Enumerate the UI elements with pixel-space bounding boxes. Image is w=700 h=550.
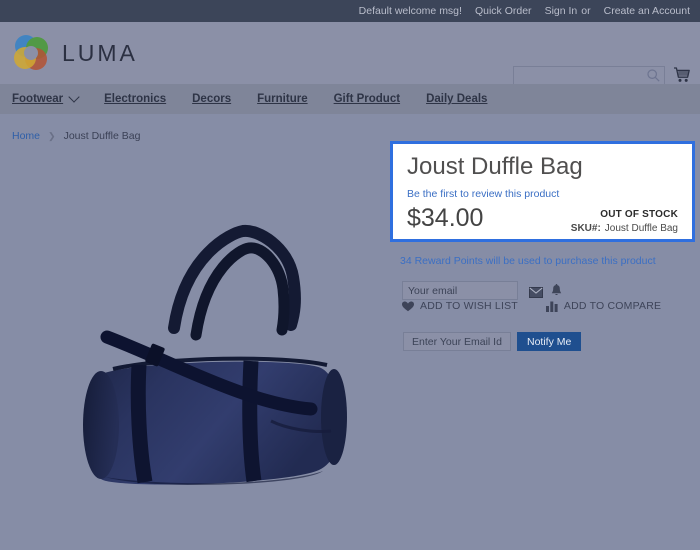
page-root: Default welcome msg! Quick Order Sign In… [0,0,700,550]
nav-item-furniture[interactable]: Furniture [257,93,307,105]
breadcrumb-current: Joust Duffle Bag [63,130,141,142]
quick-order-link[interactable]: Quick Order [475,5,532,17]
search-input[interactable] [513,66,665,85]
top-utility-bar: Default welcome msg! Quick Order Sign In… [0,0,700,22]
notify-me-row: Notify Me [403,332,582,351]
product-info-highlight-box: Joust Duffle Bag Be the first to review … [390,141,695,242]
nav-item-gift-product[interactable]: Gift Product [334,93,400,105]
site-header: LUMA [0,22,700,85]
nav-item-footwear[interactable]: Footwear [12,91,80,105]
nav-item-decors[interactable]: Decors [192,93,231,105]
stock-block: OUT OF STOCK SKU#: Joust Duffle Bag [571,209,678,234]
bell-icon[interactable] [551,284,562,297]
bar-chart-icon [545,301,558,312]
email-alert-input[interactable] [402,281,518,300]
nav-item-label: Furniture [257,93,308,105]
heart-icon [402,301,414,312]
envelope-icon[interactable] [529,285,543,298]
add-to-wishlist-button[interactable]: ADD TO WISH LIST [402,300,518,312]
nav-item-label: Electronics [104,93,167,105]
welcome-message: Default welcome msg! [358,5,462,17]
nav-item-label: Footwear [12,93,64,105]
create-account-link[interactable]: Create an Account [604,5,690,17]
cart-icon[interactable] [673,66,691,84]
sign-in-link[interactable]: Sign In [545,5,578,17]
nav-item-label: Daily Deals [426,93,488,105]
product-actions-row: ADD TO WISH LIST ADD TO COMPARE [402,300,689,312]
sku-line: SKU#: Joust Duffle Bag [571,223,678,234]
page-title: Joust Duffle Bag [407,153,583,180]
write-review-link[interactable]: Be the first to review this product [407,188,678,200]
search-icon[interactable] [647,69,660,82]
price-row: $34.00 OUT OF STOCK SKU#: Joust Duffle Ba… [407,204,678,244]
sku-label: SKU#: [570,223,601,235]
logo[interactable]: LUMA [12,34,138,72]
breadcrumb-separator-icon: ❯ [48,130,56,141]
product-price: $34.00 [407,204,484,233]
status-badge: OUT OF STOCK [600,209,678,221]
notify-email-input[interactable] [403,332,511,351]
nav-item-label: Gift Product [333,93,401,105]
nav-item-daily-deals[interactable]: Daily Deals [426,93,487,105]
logo-text: LUMA [62,39,138,66]
or-text: or [581,5,591,17]
breadcrumb: Home ❯ Joust Duffle Bag [12,130,140,142]
reward-points-text: 34 Reward Points will be used to purchas… [400,255,656,267]
chevron-down-icon [68,91,80,103]
luma-logo-icon [12,34,50,72]
add-to-compare-button[interactable]: ADD TO COMPARE [545,300,662,312]
breadcrumb-home[interactable]: Home [12,130,40,142]
nav-item-label: Decors [192,93,232,105]
email-alert-row [402,281,562,300]
add-to-compare-label: ADD TO COMPARE [563,300,662,312]
add-to-wishlist-label: ADD TO WISH LIST [420,300,518,312]
product-image[interactable] [35,185,380,505]
notify-me-button[interactable]: Notify Me [517,332,582,351]
main-navigation: Footwear Electronics Decors Furniture Gi… [0,84,700,114]
nav-item-electronics[interactable]: Electronics [104,93,166,105]
sku-value: Joust Duffle Bag [604,223,678,235]
